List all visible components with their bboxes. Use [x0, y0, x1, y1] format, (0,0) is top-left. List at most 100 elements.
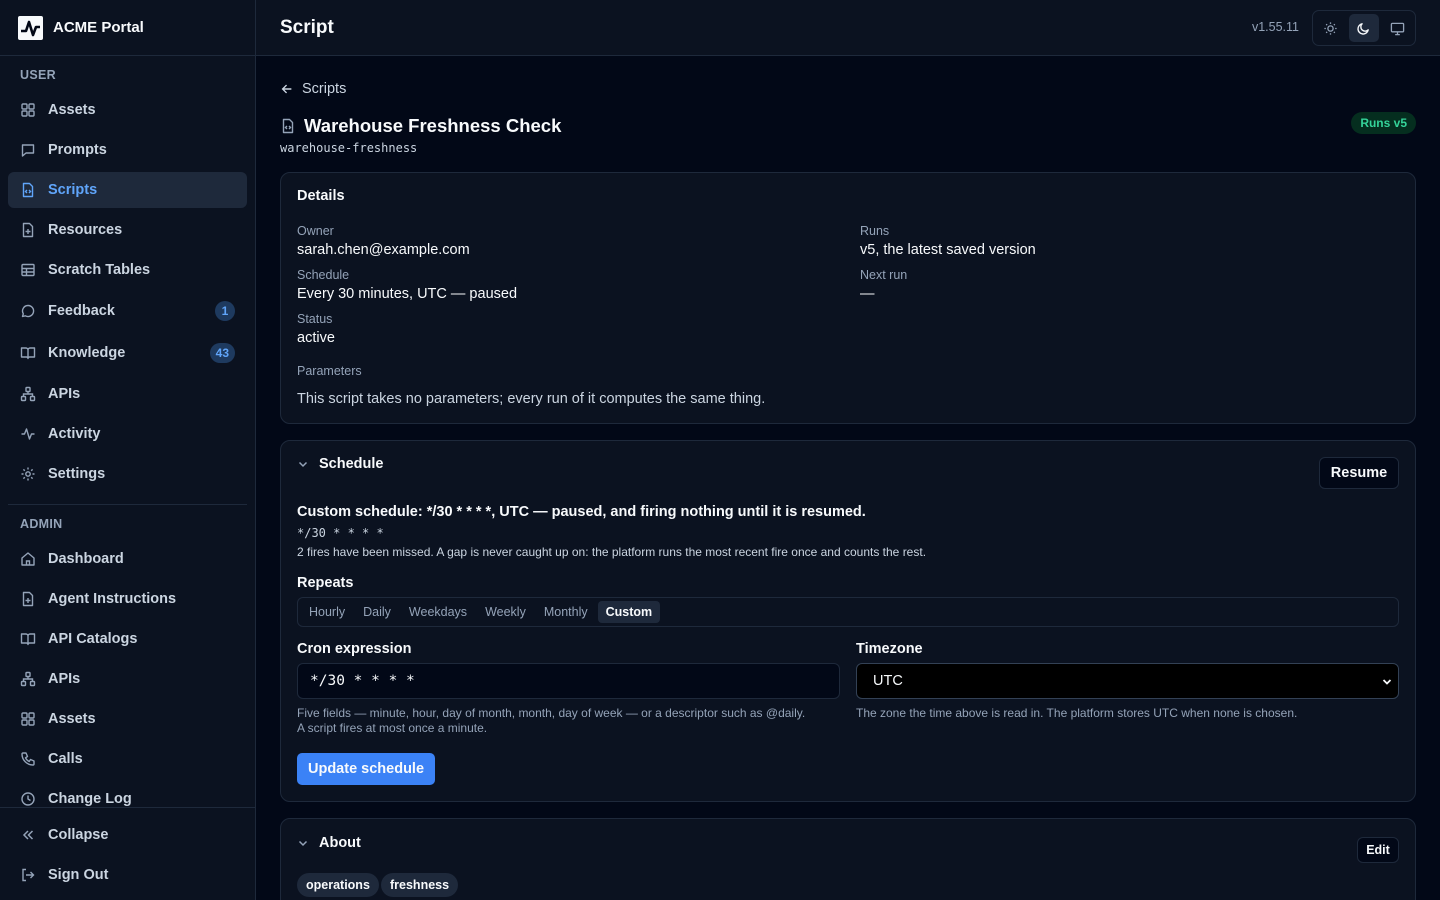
network-icon [20, 386, 36, 402]
status-value: active [297, 330, 335, 346]
timezone-select[interactable]: UTC [856, 663, 1399, 699]
sidebar-item-apis[interactable]: APIs [8, 376, 247, 412]
sidebar-item-label: Calls [48, 751, 83, 767]
sidebar-item-agent-instructions[interactable]: Agent Instructions [8, 581, 247, 617]
section-title-admin: ADMIN [20, 517, 63, 531]
sidebar-item-label: Assets [48, 102, 96, 118]
book-open-icon [20, 347, 36, 360]
grid-icon [21, 712, 35, 726]
schedule-value: Every 30 minutes, UTC — paused [297, 286, 518, 302]
sidebar-item-assets[interactable]: Assets [8, 92, 247, 128]
theme-light-button[interactable] [1316, 14, 1345, 42]
schedule-section-toggle[interactable]: Schedule [297, 456, 383, 472]
page-title: Script [280, 16, 334, 38]
sidebar-item-label: Prompts [48, 142, 107, 158]
details-card: Details Owner sarah.chen@example.com Run… [280, 172, 1416, 424]
sidebar-item-label: API Catalogs [48, 631, 138, 647]
repeat-option-hourly[interactable]: Hourly [301, 601, 353, 623]
network-icon [20, 671, 36, 687]
sidebar-item-calls[interactable]: Calls [8, 741, 247, 777]
sign-out-label: Sign Out [48, 867, 109, 883]
sidebar-item-scripts[interactable]: Scripts [8, 172, 247, 208]
sign-out-button[interactable]: Sign Out [8, 857, 247, 893]
sidebar-footer: Collapse Sign Out [0, 807, 255, 900]
sidebar-item-label: APIs [48, 386, 81, 402]
timezone-label: Timezone [856, 641, 923, 657]
sidebar-item-label: APIs [48, 671, 81, 687]
sidebar-item-admin-apis[interactable]: APIs [8, 661, 247, 697]
grid-icon [21, 103, 35, 117]
sidebar-item-label: Agent Instructions [48, 591, 177, 607]
tag-chip: operations [297, 873, 379, 897]
sidebar-item-label: Assets [48, 711, 96, 727]
repeat-option-daily[interactable]: Daily [355, 601, 399, 623]
cron-expression-value: */30 * * * * [310, 673, 415, 689]
main-content: Scripts Warehouse Freshness Check wareho… [256, 56, 1440, 900]
collapse-button[interactable]: Collapse [8, 817, 247, 853]
brand[interactable]: ACME Portal [0, 0, 255, 56]
message-circle-icon [21, 304, 35, 318]
section-title-user: USER [20, 68, 56, 82]
sidebar-item-api-catalogs[interactable]: API Catalogs [8, 621, 247, 657]
sidebar-item-scratch-tables[interactable]: Scratch Tables [8, 252, 247, 288]
cron-expression-label: Cron expression [297, 641, 412, 657]
runs-value: v5, the latest saved version [860, 242, 1036, 258]
back-to-scripts-link[interactable]: Scripts [280, 81, 346, 97]
moon-icon [1357, 22, 1370, 35]
owner-field: Owner sarah.chen@example.com [297, 223, 470, 260]
schedule-summary: Custom schedule: */30 * * * *, UTC — pau… [297, 504, 866, 520]
logo-icon [18, 15, 43, 40]
table-icon [21, 263, 35, 277]
runs-label: Runs [860, 224, 890, 238]
cron-display: */30 * * * * [297, 526, 384, 540]
details-title: Details [297, 188, 345, 204]
owner-label: Owner [297, 224, 334, 238]
sidebar-item-prompts[interactable]: Prompts [8, 132, 247, 168]
parameters-field: Parameters This script takes no paramete… [297, 363, 765, 409]
log-out-icon [22, 868, 35, 882]
cron-help-line-2: A script fires at most once a minute. [297, 721, 488, 735]
sidebar-item-label: Resources [48, 222, 123, 238]
parameters-value: This script takes no parameters; every r… [297, 391, 766, 407]
sidebar-item-feedback[interactable]: Feedback 1 [8, 293, 247, 329]
edit-about-button[interactable]: Edit [1357, 837, 1399, 863]
home-icon [21, 552, 35, 566]
message-square-icon [21, 144, 35, 157]
file-plus-icon [22, 591, 34, 607]
about-section-toggle[interactable]: About [297, 835, 361, 851]
resume-button[interactable]: Resume [1319, 457, 1399, 489]
app-name: ACME Portal [53, 19, 144, 36]
cron-help-line-1: Five fields — minute, hour, day of month… [297, 706, 806, 720]
back-label: Scripts [302, 81, 347, 97]
repeat-option-weekly[interactable]: Weekly [477, 601, 534, 623]
timezone-help: The zone the time above is read in. The … [856, 706, 1298, 720]
repeat-option-weekdays[interactable]: Weekdays [401, 601, 475, 623]
count-badge: 43 [209, 343, 235, 363]
sidebar-item-resources[interactable]: Resources [8, 212, 247, 248]
sidebar-item-knowledge[interactable]: Knowledge 43 [8, 335, 247, 371]
timezone-value: UTC [873, 673, 903, 689]
sidebar-item-settings[interactable]: Settings [8, 456, 247, 492]
sidebar-item-label: Knowledge [48, 345, 126, 361]
theme-dark-button[interactable] [1349, 14, 1379, 42]
repeat-option-monthly[interactable]: Monthly [536, 601, 596, 623]
status-field: Status active [297, 311, 335, 348]
next-run-value: — [860, 286, 875, 302]
repeats-label: Repeats [297, 575, 354, 591]
sidebar-item-activity[interactable]: Activity [8, 416, 247, 452]
about-card: About Edit operations freshness [280, 818, 1416, 900]
sidebar-item-admin-assets[interactable]: Assets [8, 701, 247, 737]
sidebar-item-label: Scripts [48, 182, 98, 198]
sidebar-item-dashboard[interactable]: Dashboard [8, 541, 247, 577]
clock-icon [21, 792, 35, 806]
update-schedule-button[interactable]: Update schedule [297, 753, 435, 785]
count-badge: 1 [215, 301, 235, 321]
sidebar-item-label: Change Log [48, 791, 132, 807]
cron-expression-input[interactable]: */30 * * * * [297, 663, 840, 699]
theme-system-button[interactable] [1383, 14, 1412, 42]
chevron-down-icon [1382, 679, 1392, 685]
version-label: v1.55.11 [1251, 20, 1299, 34]
repeat-option-custom[interactable]: Custom [597, 601, 661, 623]
about-title: About [319, 835, 361, 851]
owner-value: sarah.chen@example.com [297, 242, 470, 258]
